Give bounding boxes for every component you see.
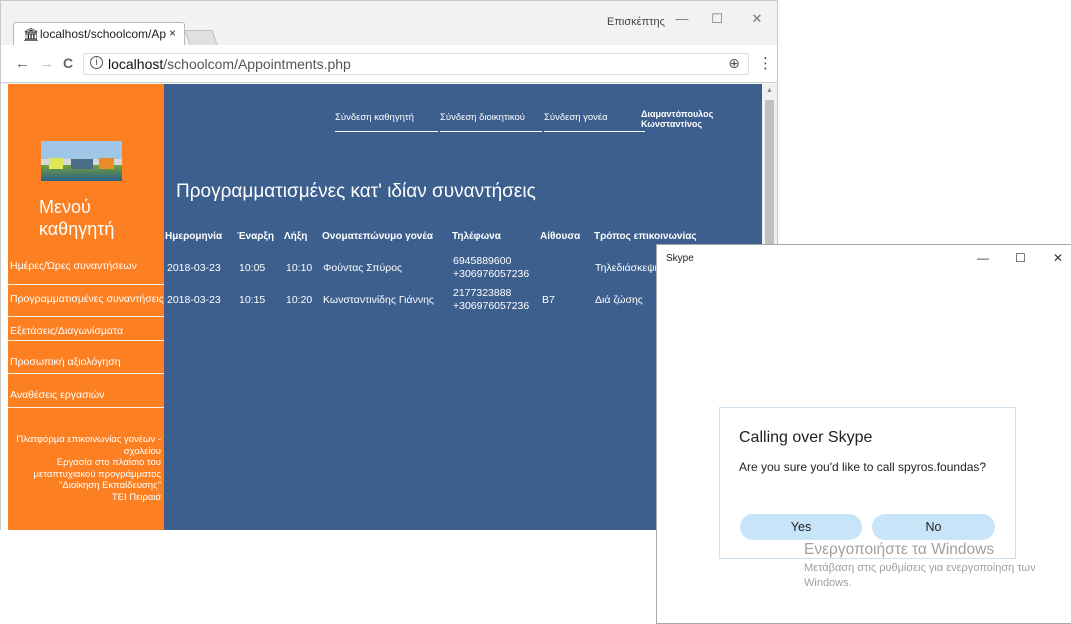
tab-close-icon[interactable]: × <box>169 26 176 40</box>
browser-titlebar: 🏛 localhost/schoolcom/Ap × Επισκέπτης — … <box>1 1 777 45</box>
browser-toolbar: ← → C i localhost/schoolcom/Appointments… <box>1 45 777 83</box>
cell-date: 2018-03-23 <box>167 294 221 306</box>
sidebar: Μενού καθηγητή Ημέρες/Ώρες συναντήσεων Π… <box>8 84 164 530</box>
nav-parent-login[interactable]: Σύνδεση γονέα <box>544 112 645 132</box>
reload-icon[interactable]: C <box>63 55 73 71</box>
cell-parent: Κωνσταντινίδης Γιάννης <box>323 294 434 306</box>
skype-window-title: Skype <box>666 253 694 264</box>
cell-parent: Φούντας Σπύρος <box>323 262 403 274</box>
scrollbar-thumb[interactable] <box>765 100 774 262</box>
cell-mode: Διά ζώσης <box>595 294 643 306</box>
cell-end: 10:20 <box>286 294 313 306</box>
menu-icon[interactable]: ⋮ <box>758 54 773 72</box>
column-header: Ημερομηνία <box>165 231 223 242</box>
info-icon[interactable]: i <box>90 56 103 69</box>
school-logo <box>41 141 122 181</box>
column-header: Έναρξη <box>237 231 274 242</box>
watermark-subtitle: Μετάβαση στις ρυθμίσεις για ενεργοποίηση… <box>804 562 1036 589</box>
page-title: Προγραμματισμένες κατ' ιδίαν συναντήσεις <box>176 181 536 202</box>
dialog-heading: Calling over Skype <box>739 429 873 446</box>
cell-phone: 2177323888 <box>453 287 512 299</box>
watermark-title: Ενεργοποιήστε τα Windows <box>804 541 995 558</box>
minimize-icon[interactable]: — <box>672 11 692 26</box>
column-header: Τηλέφωνα <box>452 231 501 242</box>
cell-start: 10:15 <box>239 294 266 306</box>
skype-minimize-icon[interactable]: — <box>977 251 989 265</box>
call-confirm-dialog: Calling over Skype Are you sure you'd li… <box>719 407 1016 559</box>
divider <box>8 316 164 317</box>
zoom-icon[interactable]: ⊕ <box>728 55 740 72</box>
skype-close-icon[interactable]: ✕ <box>1053 251 1063 265</box>
divider <box>8 373 164 374</box>
browser-tab[interactable]: 🏛 localhost/schoolcom/Ap × <box>13 22 185 45</box>
address-bar[interactable]: i localhost/schoolcom/Appointments.php ⊕ <box>83 53 749 75</box>
sidebar-item-exams[interactable]: Εξετάσεις/Διαγωνίσματα <box>8 325 164 337</box>
url-path: /schoolcom/Appointments.php <box>163 56 351 72</box>
cell-date: 2018-03-23 <box>167 262 221 274</box>
back-arrow-icon[interactable]: ← <box>15 55 30 72</box>
skype-window: Skype — ☐ ✕ Calling over Skype Are you s… <box>656 244 1071 624</box>
sidebar-item-scheduled-meetings[interactable]: Προγραμματισμένες συναντήσεις <box>8 293 164 305</box>
maximize-icon[interactable]: ☐ <box>707 11 727 27</box>
column-header: Λήξη <box>284 231 308 242</box>
yes-button[interactable]: Yes <box>740 514 862 540</box>
close-icon[interactable]: ✕ <box>747 11 767 27</box>
cell-mode-link[interactable]: Τηλεδιάσκεψη <box>595 262 660 274</box>
favicon-icon: 🏛 <box>23 27 40 42</box>
cell-phone: +306976057236 <box>453 300 530 312</box>
divider <box>8 340 164 341</box>
column-header: Ονοματεπώνυμο γονέα <box>322 231 434 242</box>
column-header: Αίθουσα <box>540 231 581 242</box>
sidebar-item-evaluation[interactable]: Προσωπική αξιολόγηση <box>8 356 164 368</box>
scroll-up-icon[interactable]: ▲ <box>766 87 773 94</box>
tab-title: localhost/schoolcom/Ap <box>40 27 171 41</box>
windows-activation-watermark: Ενεργοποιήστε τα Windows Μετάβαση στις ρ… <box>804 541 1071 591</box>
skype-maximize-icon[interactable]: ☐ <box>1015 251 1026 265</box>
divider <box>8 284 164 285</box>
forward-arrow-icon[interactable]: → <box>39 55 54 72</box>
new-tab-button[interactable] <box>184 30 218 45</box>
profile-label[interactable]: Επισκέπτης <box>607 16 665 28</box>
nav-admin-login[interactable]: Σύνδεση διοικητικού <box>440 112 542 132</box>
cell-room: Β7 <box>542 294 555 306</box>
column-header: Τρόπος επικοινωνίας <box>594 231 697 242</box>
cell-phone: +306976057236 <box>453 268 530 280</box>
divider <box>8 407 164 408</box>
nav-teacher-login[interactable]: Σύνδεση καθηγητή <box>335 112 438 132</box>
no-button[interactable]: No <box>872 514 995 540</box>
sidebar-footer: Πλατφόρμα επικοινωνίας γονέων - σχολείου… <box>16 434 161 503</box>
dialog-question: Are you sure you'd like to call spyros.f… <box>739 460 987 474</box>
cell-phone: 6945889600 <box>453 255 512 267</box>
sidebar-item-assignments[interactable]: Αναθέσεις εργασιών <box>8 389 164 401</box>
url-host: localhost <box>108 56 164 72</box>
logged-in-user[interactable]: Διαμαντόπουλος Κωνσταντίνος <box>641 109 713 129</box>
sidebar-title: Μενού καθηγητή <box>39 197 115 239</box>
cell-end: 10:10 <box>286 262 313 274</box>
sidebar-item-meeting-hours[interactable]: Ημέρες/Ώρες συναντήσεων <box>8 260 164 272</box>
cell-start: 10:05 <box>239 262 266 274</box>
